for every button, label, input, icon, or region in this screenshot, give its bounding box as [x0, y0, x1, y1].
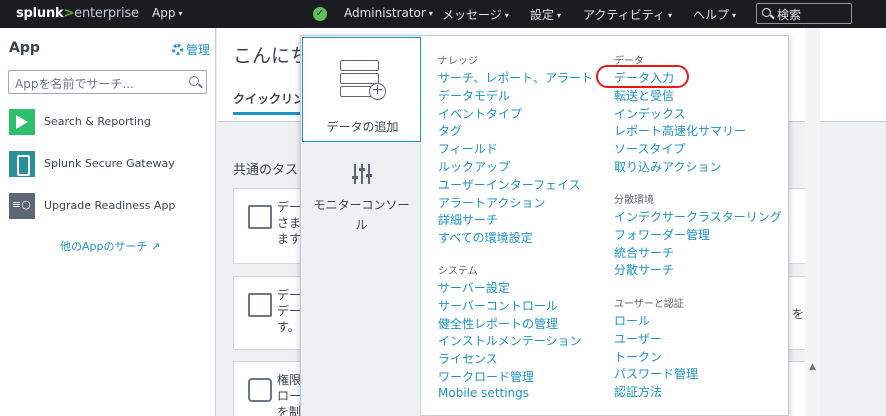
- section-heading-knowledge: ナレッジ: [438, 56, 478, 67]
- menu-item-knowledge[interactable]: フィールド: [438, 140, 498, 157]
- menu-item-users_auth[interactable]: ロール: [614, 312, 650, 329]
- menu-item-knowledge[interactable]: ルックアップ: [438, 158, 510, 175]
- menu-item-knowledge[interactable]: ユーザーインターフェイス: [438, 176, 581, 193]
- app-menu[interactable]: App ▾: [152, 6, 182, 20]
- monitoring-console-button[interactable]: モニターコンソー ル: [302, 156, 421, 236]
- menu-item-knowledge[interactable]: タグ: [438, 122, 462, 139]
- menu-item-data[interactable]: 取り込みアクション: [614, 158, 721, 175]
- active-tab-indicator: [233, 112, 305, 115]
- menu-item-users_auth[interactable]: トークン: [614, 348, 662, 365]
- menu-item-knowledge[interactable]: すべての環境設定: [438, 229, 533, 246]
- page-title: こんにち: [233, 45, 310, 67]
- menu-item-knowledge[interactable]: データモデル: [438, 87, 510, 104]
- app-item-upgrade-readiness[interactable]: Upgrade Readiness App: [9, 193, 209, 219]
- chevron-down-icon: ▾: [504, 11, 509, 20]
- dropdown-quick-actions: + データの追加 モニターコンソー ル: [301, 36, 421, 416]
- search-icon: [762, 8, 771, 17]
- chevron-down-icon: ▾: [428, 9, 433, 18]
- settings-dropdown-menu: + データの追加 モニターコンソー ル ナレッジ サーチ、レポート、アラート デー…: [300, 35, 789, 416]
- activity-menu[interactable]: アクティビティ ▾: [583, 6, 672, 23]
- menu-item-system[interactable]: Mobile settings: [438, 386, 529, 400]
- menu-item-distributed[interactable]: 分散サーチ: [614, 261, 674, 278]
- highlight-annotation: [596, 65, 689, 88]
- search-reporting-icon: [9, 109, 35, 135]
- help-menu[interactable]: ヘルプ ▾: [693, 6, 736, 23]
- add-data-button[interactable]: + データの追加: [302, 37, 421, 142]
- menu-item-knowledge[interactable]: サーチ、レポート、アラート: [438, 69, 593, 86]
- external-link-icon: ↗: [151, 240, 161, 253]
- find-more-apps-link[interactable]: 他のAppのサーチ ↗: [60, 238, 160, 254]
- health-status-icon[interactable]: ✓: [313, 7, 327, 21]
- user-menu[interactable]: Administrator ▾: [344, 6, 433, 20]
- chevron-down-icon: ▾: [732, 11, 737, 20]
- browser-icon: [248, 293, 272, 317]
- vertical-scrollbar[interactable]: [805, 28, 820, 416]
- menu-item-users_auth[interactable]: 認証方法: [614, 383, 662, 400]
- splunk-logo[interactable]: splunk>enterprise: [16, 6, 139, 21]
- sliders-icon: [352, 164, 372, 184]
- search-icon: [189, 76, 199, 86]
- sidebar-title: App: [9, 40, 40, 56]
- menu-item-users_auth[interactable]: ユーザー: [614, 330, 662, 347]
- menu-item-system[interactable]: サーバーコントロール: [438, 297, 558, 314]
- menu-item-system[interactable]: サーバー設定: [438, 279, 510, 296]
- menu-item-data[interactable]: インデックス: [614, 105, 686, 122]
- menu-item-users_auth[interactable]: パスワード管理: [614, 365, 698, 382]
- upgrade-readiness-icon: [9, 193, 35, 219]
- secure-gateway-icon: [9, 151, 35, 177]
- chevron-down-icon: ▾: [667, 11, 672, 20]
- menu-item-system[interactable]: ワークロード管理: [438, 368, 534, 385]
- chevron-down-icon: ▾: [178, 9, 183, 18]
- tab-quick-links[interactable]: クイックリン: [233, 90, 305, 107]
- app-search-input[interactable]: Appを名前でサーチ...: [8, 70, 207, 94]
- menu-item-distributed[interactable]: インデクサークラスターリング: [614, 208, 782, 225]
- lock-icon: [248, 378, 272, 402]
- menu-item-knowledge[interactable]: イベントタイプ: [438, 105, 522, 122]
- section-heading-system: システム: [438, 266, 478, 277]
- section-heading-distributed: 分散環境: [614, 195, 654, 206]
- menu-item-data[interactable]: レポート高速化サマリー: [614, 122, 746, 139]
- scroll-arrow-icon[interactable]: ▲: [806, 362, 819, 375]
- document-icon: [248, 205, 272, 229]
- menu-item-distributed[interactable]: 統合サーチ: [614, 244, 674, 261]
- chevron-down-icon: ▾: [557, 11, 562, 20]
- gear-icon: [172, 44, 183, 55]
- menu-item-system[interactable]: ライセンス: [438, 350, 498, 367]
- messages-menu[interactable]: メッセージ ▾: [442, 6, 509, 23]
- menu-item-knowledge[interactable]: アラートアクション: [438, 194, 545, 211]
- top-navigation-bar: splunk>enterprise App ▾ ✓ Administrator ▾ …: [0, 0, 886, 28]
- common-tasks-heading: 共通のタス: [233, 163, 299, 178]
- menu-item-system[interactable]: 健全性レポートの管理: [438, 315, 558, 332]
- global-search-box[interactable]: 検索: [756, 3, 852, 24]
- menu-item-distributed[interactable]: フォワーダー管理: [614, 226, 710, 243]
- app-sidebar: App 管理 Appを名前でサーチ... Search & Reporting …: [0, 28, 216, 416]
- menu-item-system[interactable]: インストルメンテーション: [438, 332, 582, 349]
- manage-apps-link[interactable]: 管理: [172, 41, 210, 58]
- app-item-search-reporting[interactable]: Search & Reporting: [9, 109, 209, 135]
- menu-item-data[interactable]: ソースタイプ: [614, 140, 685, 157]
- section-heading-users-auth: ユーザーと認証: [614, 299, 684, 310]
- menu-item-data[interactable]: 転送と受信: [614, 87, 674, 104]
- app-item-secure-gateway[interactable]: Splunk Secure Gateway: [9, 151, 209, 177]
- menu-item-knowledge[interactable]: 詳細サーチ: [438, 211, 498, 228]
- settings-menu[interactable]: 設定 ▾: [530, 6, 561, 23]
